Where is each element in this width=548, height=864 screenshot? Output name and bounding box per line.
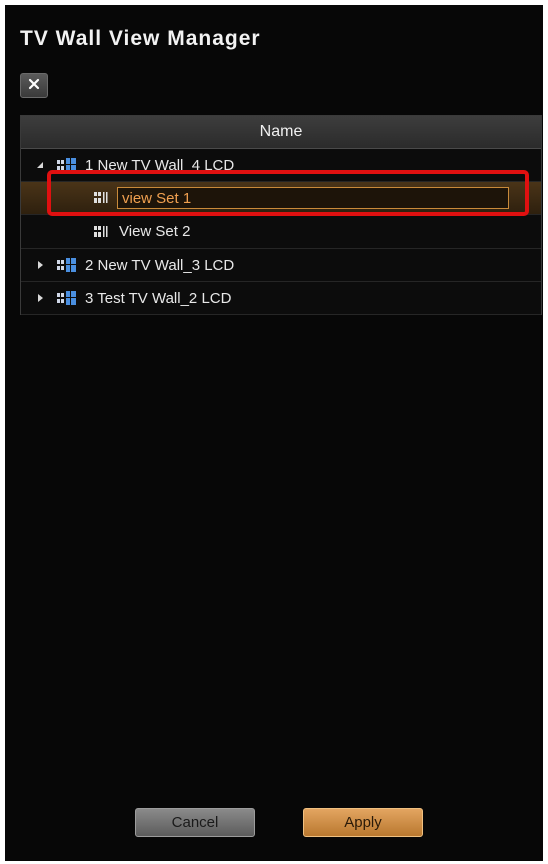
tree-row-label: 2 New TV Wall_3 LCD [85, 256, 235, 274]
view-set-icon [93, 190, 109, 206]
tv-wall-icon [57, 257, 77, 273]
tv-wall-icon [57, 157, 77, 173]
tree-row-label: 3 Test TV Wall_2 LCD [85, 289, 232, 307]
expand-arrow-icon[interactable] [35, 260, 45, 270]
tree-row-wall-1[interactable]: 1 New TV Wall_4 LCD [21, 149, 541, 182]
view-set-name-input[interactable] [117, 187, 509, 209]
collapse-arrow-icon[interactable] [35, 160, 45, 170]
close-button[interactable] [20, 73, 48, 98]
tv-wall-icon [57, 290, 77, 306]
tree-row-wall-2[interactable]: 2 New TV Wall_3 LCD [21, 249, 541, 282]
expand-arrow-icon[interactable] [35, 293, 45, 303]
tree-row-view-set-1[interactable] [21, 182, 541, 215]
tree-row-label: View Set 2 [119, 223, 191, 240]
name-column-header[interactable]: Name [21, 116, 541, 149]
close-icon [28, 77, 40, 95]
tree-row-wall-3[interactable]: 3 Test TV Wall_2 LCD [21, 282, 541, 315]
tv-wall-tree: Name 1 New TV Wall_4 LCD view Set 1 View… [20, 115, 542, 315]
tree-row-label: 1 New TV Wall_4 LCD [85, 156, 235, 174]
view-set-icon [93, 224, 109, 240]
window-title: TV Wall View Manager [20, 27, 261, 50]
cancel-button[interactable]: Cancel [135, 808, 255, 837]
tv-wall-view-manager-window: TV Wall View Manager Name 1 New TV Wall_… [5, 5, 543, 861]
apply-button[interactable]: Apply [303, 808, 423, 837]
tree-row-view-set-2[interactable]: View Set 2 [21, 215, 541, 249]
